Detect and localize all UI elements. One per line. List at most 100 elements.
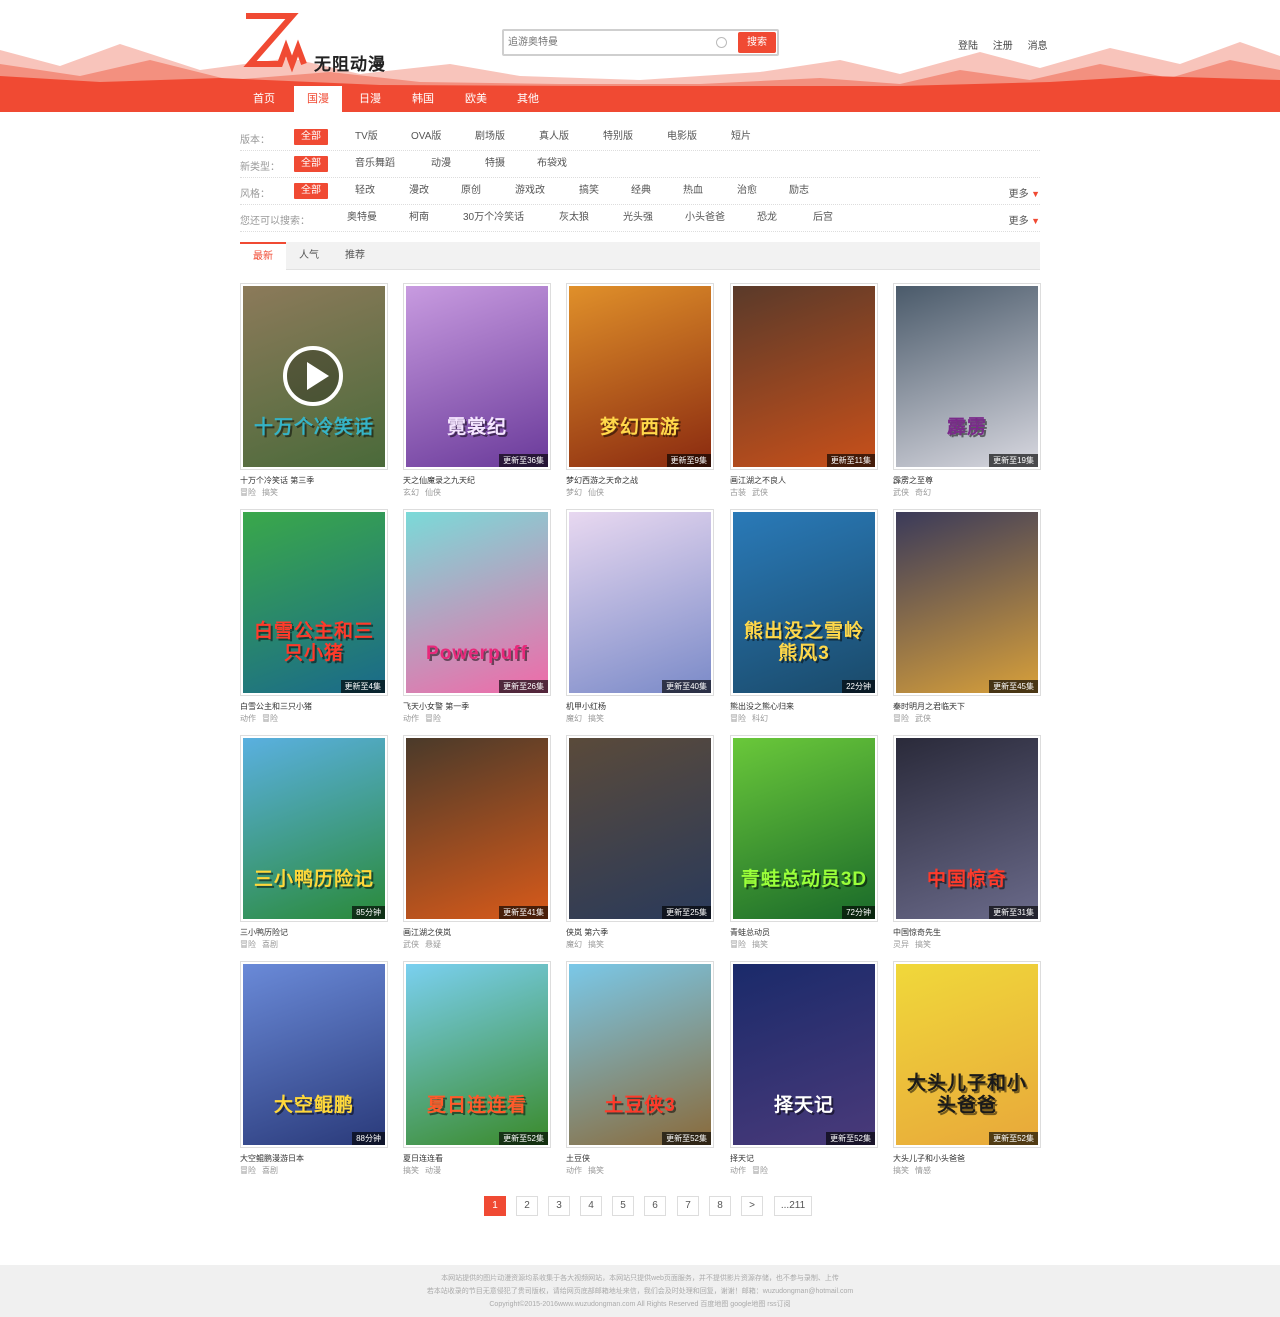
anime-title[interactable]: 青蛙总动员 bbox=[730, 927, 770, 938]
anime-card[interactable]: 更新至41集 画江湖之侠岚 武侠 悬疑 bbox=[403, 735, 551, 949]
anime-title[interactable]: 机甲小红杨 bbox=[566, 701, 606, 712]
anime-card[interactable]: 三小鸭历险记 85分钟 三小鸭历险记 冒险 喜剧 bbox=[240, 735, 388, 949]
anime-card[interactable]: 大空鲲鹏 88分钟 大空鲲鹏漫游日本 冒险 喜剧 bbox=[240, 961, 388, 1175]
genre-tag[interactable]: 冒险 bbox=[752, 1166, 768, 1175]
genre-tag[interactable]: 冒险 bbox=[240, 940, 256, 949]
page-button[interactable]: 8 bbox=[709, 1196, 731, 1216]
poster-image[interactable]: 择天记 更新至52集 bbox=[730, 961, 878, 1148]
filter-option[interactable]: 灰太狼 bbox=[552, 210, 596, 226]
genre-tag[interactable]: 科幻 bbox=[752, 714, 768, 723]
more-filter-button[interactable]: 更多 ▼ bbox=[1009, 185, 1040, 200]
genre-tag[interactable]: 武侠 bbox=[893, 488, 909, 497]
filter-option[interactable]: 真人版 bbox=[532, 129, 576, 145]
filter-option[interactable]: 柯南 bbox=[402, 210, 436, 226]
poster-image[interactable]: 白雪公主和三只小猪 更新至4集 bbox=[240, 509, 388, 696]
genre-tag[interactable]: 梦幻 bbox=[566, 488, 582, 497]
filter-option[interactable]: 短片 bbox=[724, 129, 758, 145]
genre-tag[interactable]: 冒险 bbox=[893, 714, 909, 723]
anime-title[interactable]: 白雪公主和三只小猪 bbox=[240, 701, 312, 712]
genre-tag[interactable]: 魔幻 bbox=[566, 940, 582, 949]
filter-option[interactable]: 小头爸爸 bbox=[678, 210, 732, 226]
poster-image[interactable]: 大头儿子和小头爸爸 更新至52集 bbox=[893, 961, 1041, 1148]
filter-option[interactable]: 游戏改 bbox=[508, 183, 552, 199]
genre-tag[interactable]: 仙侠 bbox=[425, 488, 441, 497]
more-filter-button[interactable]: 更多 ▼ bbox=[1009, 212, 1040, 227]
messages-link[interactable]: 消息 bbox=[1028, 41, 1048, 52]
genre-tag[interactable]: 搞笑 bbox=[588, 940, 604, 949]
genre-tag[interactable]: 灵异 bbox=[893, 940, 909, 949]
poster-image[interactable]: 熊出没之雪岭熊风3 22分钟 bbox=[730, 509, 878, 696]
play-icon[interactable] bbox=[283, 346, 343, 406]
anime-card[interactable]: 梦幻西游 更新至9集梦幻西游之天命之战 梦幻 仙侠 bbox=[566, 283, 714, 497]
tab-1[interactable]: 人气 bbox=[286, 242, 332, 270]
anime-card[interactable]: 霹雳 更新至19集 霹雳之至尊 武侠 奇幻 bbox=[893, 283, 1041, 497]
genre-tag[interactable]: 冒险 bbox=[262, 714, 278, 723]
anime-title[interactable]: 霹雳之至尊 bbox=[893, 475, 933, 486]
genre-tag[interactable]: 动作 bbox=[730, 1166, 746, 1175]
poster-image[interactable]: 青蛙总动员3D 72分钟 bbox=[730, 735, 878, 922]
anime-card[interactable]: Powerpuff 更新至26集 飞天小女警 第一季 动作 冒险 bbox=[403, 509, 551, 723]
nav-item[interactable]: 日漫 bbox=[346, 86, 394, 112]
poster-image[interactable]: 夏日连连看 更新至52集 bbox=[403, 961, 551, 1148]
anime-title[interactable]: 熊出没之熊心归来 bbox=[730, 701, 794, 712]
anime-card[interactable]: 大头儿子和小头爸爸 更新至52集 大头儿子和小头爸爸 搞笑 情感 bbox=[893, 961, 1041, 1175]
filter-option[interactable]: 动漫 bbox=[424, 156, 458, 172]
anime-title[interactable]: 三小鸭历险记 bbox=[240, 927, 288, 938]
site-logo[interactable]: 无阻动漫 bbox=[240, 12, 400, 74]
nav-item[interactable]: 首页 bbox=[240, 86, 288, 112]
genre-tag[interactable]: 仙侠 bbox=[588, 488, 604, 497]
poster-image[interactable]: Powerpuff 更新至26集 bbox=[403, 509, 551, 696]
filter-option[interactable]: 音乐舞蹈 bbox=[348, 156, 402, 172]
page-button[interactable]: 2 bbox=[516, 1196, 538, 1216]
poster-image[interactable]: 霹雳 更新至19集 bbox=[893, 283, 1041, 470]
tab-0[interactable]: 最新 bbox=[240, 242, 286, 270]
filter-option[interactable]: 漫改 bbox=[402, 183, 436, 199]
genre-tag[interactable]: 动漫 bbox=[425, 1166, 441, 1175]
anime-title[interactable]: 画江湖之不良人 bbox=[730, 475, 786, 486]
anime-card[interactable]: 霓裳纪 更新至36集 天之仙魔录之九天纪 玄幻 仙侠 bbox=[403, 283, 551, 497]
filter-option[interactable]: 特摄 bbox=[478, 156, 512, 172]
anime-title[interactable]: 梦幻西游之天命之战 bbox=[566, 475, 638, 486]
anime-card[interactable]: 十万个冷笑话 十万个冷笑话 第三季 冒险 搞笑 bbox=[240, 283, 388, 497]
anime-title[interactable]: 大空鲲鹏漫游日本 bbox=[240, 1153, 304, 1164]
genre-tag[interactable]: 悬疑 bbox=[425, 940, 441, 949]
filter-option[interactable]: OVA版 bbox=[404, 129, 448, 145]
filter-option[interactable]: 奥特曼 bbox=[340, 210, 384, 226]
filter-option[interactable]: 搞笑 bbox=[572, 183, 606, 199]
poster-image[interactable]: 更新至45集 bbox=[893, 509, 1041, 696]
register-link[interactable]: 注册 bbox=[993, 41, 1013, 52]
filter-option[interactable]: 原创 bbox=[454, 183, 488, 199]
genre-tag[interactable]: 动作 bbox=[403, 714, 419, 723]
page-button[interactable]: 7 bbox=[677, 1196, 699, 1216]
anime-title[interactable]: 中国惊奇先生 bbox=[893, 927, 941, 938]
page-button[interactable]: 4 bbox=[580, 1196, 602, 1216]
filter-option[interactable]: 恐龙 bbox=[750, 210, 784, 226]
anime-title[interactable]: 夏日连连看 bbox=[403, 1153, 443, 1164]
genre-tag[interactable]: 搞笑 bbox=[752, 940, 768, 949]
poster-image[interactable]: 梦幻西游 更新至9集 bbox=[566, 283, 714, 470]
poster-image[interactable]: 中国惊奇 更新至31集 bbox=[893, 735, 1041, 922]
filter-option[interactable]: 励志 bbox=[782, 183, 816, 199]
poster-image[interactable]: 更新至40集 bbox=[566, 509, 714, 696]
filter-option[interactable]: 电影版 bbox=[660, 129, 704, 145]
nav-item[interactable]: 欧美 bbox=[452, 86, 500, 112]
filter-option[interactable]: 30万个冷笑话 bbox=[456, 210, 531, 226]
poster-image[interactable]: 大空鲲鹏 88分钟 bbox=[240, 961, 388, 1148]
anime-title[interactable]: 土豆侠 bbox=[566, 1153, 590, 1164]
filter-option[interactable]: 全部 bbox=[294, 183, 328, 199]
page-button[interactable]: 6 bbox=[644, 1196, 666, 1216]
page-button[interactable]: > bbox=[741, 1196, 763, 1216]
anime-card[interactable]: 白雪公主和三只小猪 更新至4集 白雪公主和三只小猪 动作 冒险 bbox=[240, 509, 388, 723]
filter-option[interactable]: 后宫 bbox=[806, 210, 840, 226]
genre-tag[interactable]: 冒险 bbox=[240, 1166, 256, 1175]
anime-card[interactable]: 更新至11集 画江湖之不良人 古装 武侠 bbox=[730, 283, 878, 497]
filter-option[interactable]: TV版 bbox=[348, 129, 385, 145]
genre-tag[interactable]: 武侠 bbox=[752, 488, 768, 497]
anime-title[interactable]: 画江湖之侠岚 bbox=[403, 927, 451, 938]
poster-image[interactable]: 土豆侠3 更新至52集 bbox=[566, 961, 714, 1148]
genre-tag[interactable]: 冒险 bbox=[730, 714, 746, 723]
filter-option[interactable]: 布袋戏 bbox=[530, 156, 574, 172]
login-link[interactable]: 登陆 bbox=[958, 41, 978, 52]
nav-item[interactable]: 其他 bbox=[504, 86, 552, 112]
poster-image[interactable]: 更新至41集 bbox=[403, 735, 551, 922]
